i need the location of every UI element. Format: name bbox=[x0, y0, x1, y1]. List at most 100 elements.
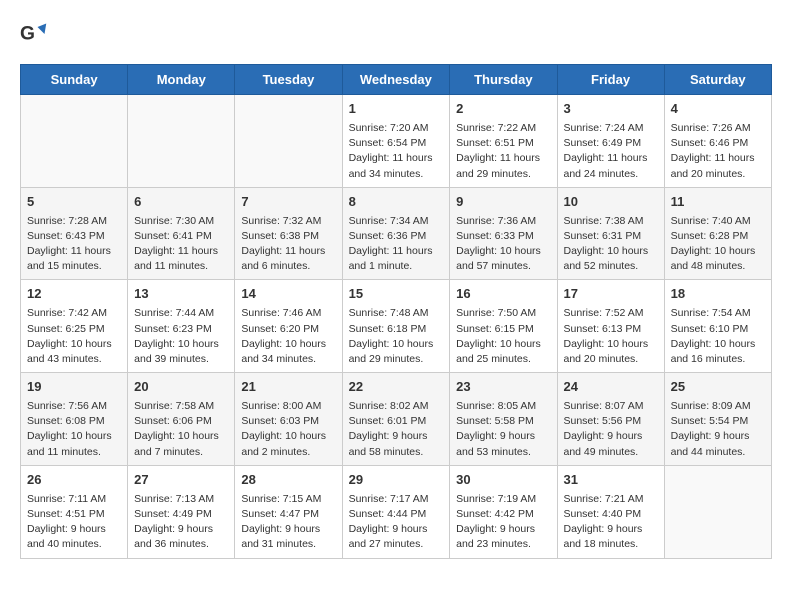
calendar-day-cell: 17 Sunrise: 7:52 AM Sunset: 6:13 PM Dayli… bbox=[557, 280, 664, 373]
day-number: 17 bbox=[564, 285, 658, 304]
day-info: Sunrise: 8:07 AM Sunset: 5:56 PM Dayligh… bbox=[564, 399, 658, 460]
day-info: Sunrise: 7:38 AM Sunset: 6:31 PM Dayligh… bbox=[564, 214, 658, 275]
header-tuesday: Tuesday bbox=[235, 65, 342, 95]
day-number: 23 bbox=[456, 378, 550, 397]
day-number: 12 bbox=[27, 285, 121, 304]
day-info: Sunrise: 7:11 AM Sunset: 4:51 PM Dayligh… bbox=[27, 492, 121, 553]
day-info: Sunrise: 8:02 AM Sunset: 6:01 PM Dayligh… bbox=[349, 399, 444, 460]
calendar-week-row: 12 Sunrise: 7:42 AM Sunset: 6:25 PM Dayli… bbox=[21, 280, 772, 373]
calendar-day-cell: 29 Sunrise: 7:17 AM Sunset: 4:44 PM Dayli… bbox=[342, 465, 450, 558]
header-saturday: Saturday bbox=[664, 65, 771, 95]
day-info: Sunrise: 7:54 AM Sunset: 6:10 PM Dayligh… bbox=[671, 306, 765, 367]
day-number: 6 bbox=[134, 193, 228, 212]
calendar-day-cell: 16 Sunrise: 7:50 AM Sunset: 6:15 PM Dayli… bbox=[450, 280, 557, 373]
day-number: 20 bbox=[134, 378, 228, 397]
day-info: Sunrise: 7:36 AM Sunset: 6:33 PM Dayligh… bbox=[456, 214, 550, 275]
day-info: Sunrise: 8:09 AM Sunset: 5:54 PM Dayligh… bbox=[671, 399, 765, 460]
calendar-day-cell: 21 Sunrise: 8:00 AM Sunset: 6:03 PM Dayli… bbox=[235, 373, 342, 466]
day-info: Sunrise: 7:13 AM Sunset: 4:49 PM Dayligh… bbox=[134, 492, 228, 553]
calendar-day-cell: 25 Sunrise: 8:09 AM Sunset: 5:54 PM Dayli… bbox=[664, 373, 771, 466]
logo: G bbox=[20, 20, 52, 48]
day-number: 1 bbox=[349, 100, 444, 119]
day-number: 4 bbox=[671, 100, 765, 119]
calendar-table: SundayMondayTuesdayWednesdayThursdayFrid… bbox=[20, 64, 772, 559]
calendar-day-cell: 5 Sunrise: 7:28 AM Sunset: 6:43 PM Daylig… bbox=[21, 187, 128, 280]
day-number: 21 bbox=[241, 378, 335, 397]
calendar-day-cell: 2 Sunrise: 7:22 AM Sunset: 6:51 PM Daylig… bbox=[450, 95, 557, 188]
calendar-day-cell: 20 Sunrise: 7:58 AM Sunset: 6:06 PM Dayli… bbox=[128, 373, 235, 466]
day-number: 30 bbox=[456, 471, 550, 490]
day-info: Sunrise: 8:05 AM Sunset: 5:58 PM Dayligh… bbox=[456, 399, 550, 460]
calendar-day-cell: 18 Sunrise: 7:54 AM Sunset: 6:10 PM Dayli… bbox=[664, 280, 771, 373]
svg-text:G: G bbox=[20, 23, 35, 44]
day-info: Sunrise: 7:44 AM Sunset: 6:23 PM Dayligh… bbox=[134, 306, 228, 367]
day-number: 29 bbox=[349, 471, 444, 490]
day-number: 7 bbox=[241, 193, 335, 212]
day-number: 15 bbox=[349, 285, 444, 304]
day-number: 31 bbox=[564, 471, 658, 490]
calendar-header-row: SundayMondayTuesdayWednesdayThursdayFrid… bbox=[21, 65, 772, 95]
calendar-day-cell: 26Sunrise: 7:11 AM Sunset: 4:51 PM Dayli… bbox=[21, 465, 128, 558]
day-number: 2 bbox=[456, 100, 550, 119]
logo-icon: G bbox=[20, 20, 48, 48]
calendar-day-cell: 1Sunrise: 7:20 AM Sunset: 6:54 PM Daylig… bbox=[342, 95, 450, 188]
day-info: Sunrise: 7:19 AM Sunset: 4:42 PM Dayligh… bbox=[456, 492, 550, 553]
page-header: G bbox=[20, 20, 772, 48]
day-number: 22 bbox=[349, 378, 444, 397]
day-number: 3 bbox=[564, 100, 658, 119]
day-info: Sunrise: 7:26 AM Sunset: 6:46 PM Dayligh… bbox=[671, 121, 765, 182]
day-info: Sunrise: 7:21 AM Sunset: 4:40 PM Dayligh… bbox=[564, 492, 658, 553]
calendar-week-row: 19Sunrise: 7:56 AM Sunset: 6:08 PM Dayli… bbox=[21, 373, 772, 466]
calendar-week-row: 1Sunrise: 7:20 AM Sunset: 6:54 PM Daylig… bbox=[21, 95, 772, 188]
day-number: 28 bbox=[241, 471, 335, 490]
header-sunday: Sunday bbox=[21, 65, 128, 95]
day-info: Sunrise: 7:17 AM Sunset: 4:44 PM Dayligh… bbox=[349, 492, 444, 553]
day-number: 10 bbox=[564, 193, 658, 212]
calendar-day-cell: 24 Sunrise: 8:07 AM Sunset: 5:56 PM Dayli… bbox=[557, 373, 664, 466]
day-number: 11 bbox=[671, 193, 765, 212]
calendar-week-row: 5 Sunrise: 7:28 AM Sunset: 6:43 PM Daylig… bbox=[21, 187, 772, 280]
header-friday: Friday bbox=[557, 65, 664, 95]
calendar-day-cell: 11Sunrise: 7:40 AM Sunset: 6:28 PM Dayli… bbox=[664, 187, 771, 280]
calendar-day-cell: 13 Sunrise: 7:44 AM Sunset: 6:23 PM Dayli… bbox=[128, 280, 235, 373]
day-info: Sunrise: 7:28 AM Sunset: 6:43 PM Dayligh… bbox=[27, 214, 121, 275]
day-info: Sunrise: 7:52 AM Sunset: 6:13 PM Dayligh… bbox=[564, 306, 658, 367]
day-number: 27 bbox=[134, 471, 228, 490]
calendar-week-row: 26Sunrise: 7:11 AM Sunset: 4:51 PM Dayli… bbox=[21, 465, 772, 558]
calendar-day-cell: 12 Sunrise: 7:42 AM Sunset: 6:25 PM Dayli… bbox=[21, 280, 128, 373]
calendar-day-cell: 10 Sunrise: 7:38 AM Sunset: 6:31 PM Dayli… bbox=[557, 187, 664, 280]
day-info: Sunrise: 7:46 AM Sunset: 6:20 PM Dayligh… bbox=[241, 306, 335, 367]
calendar-day-cell: 6 Sunrise: 7:30 AM Sunset: 6:41 PM Daylig… bbox=[128, 187, 235, 280]
day-info: Sunrise: 7:32 AM Sunset: 6:38 PM Dayligh… bbox=[241, 214, 335, 275]
day-info: Sunrise: 7:24 AM Sunset: 6:49 PM Dayligh… bbox=[564, 121, 658, 182]
calendar-day-cell: 23 Sunrise: 8:05 AM Sunset: 5:58 PM Dayli… bbox=[450, 373, 557, 466]
header-wednesday: Wednesday bbox=[342, 65, 450, 95]
day-number: 25 bbox=[671, 378, 765, 397]
day-info: Sunrise: 7:58 AM Sunset: 6:06 PM Dayligh… bbox=[134, 399, 228, 460]
day-number: 18 bbox=[671, 285, 765, 304]
calendar-day-cell: 28 Sunrise: 7:15 AM Sunset: 4:47 PM Dayli… bbox=[235, 465, 342, 558]
calendar-day-cell: 7 Sunrise: 7:32 AM Sunset: 6:38 PM Daylig… bbox=[235, 187, 342, 280]
day-number: 13 bbox=[134, 285, 228, 304]
day-number: 24 bbox=[564, 378, 658, 397]
calendar-day-cell: 14Sunrise: 7:46 AM Sunset: 6:20 PM Dayli… bbox=[235, 280, 342, 373]
day-info: Sunrise: 7:42 AM Sunset: 6:25 PM Dayligh… bbox=[27, 306, 121, 367]
day-info: Sunrise: 7:50 AM Sunset: 6:15 PM Dayligh… bbox=[456, 306, 550, 367]
day-number: 16 bbox=[456, 285, 550, 304]
calendar-day-cell: 8Sunrise: 7:34 AM Sunset: 6:36 PM Daylig… bbox=[342, 187, 450, 280]
day-number: 9 bbox=[456, 193, 550, 212]
calendar-empty-cell bbox=[235, 95, 342, 188]
day-info: Sunrise: 7:48 AM Sunset: 6:18 PM Dayligh… bbox=[349, 306, 444, 367]
calendar-empty-cell bbox=[21, 95, 128, 188]
header-thursday: Thursday bbox=[450, 65, 557, 95]
day-info: Sunrise: 7:15 AM Sunset: 4:47 PM Dayligh… bbox=[241, 492, 335, 553]
calendar-empty-cell bbox=[664, 465, 771, 558]
day-info: Sunrise: 7:30 AM Sunset: 6:41 PM Dayligh… bbox=[134, 214, 228, 275]
day-number: 8 bbox=[349, 193, 444, 212]
day-info: Sunrise: 7:22 AM Sunset: 6:51 PM Dayligh… bbox=[456, 121, 550, 182]
day-number: 5 bbox=[27, 193, 121, 212]
day-number: 19 bbox=[27, 378, 121, 397]
day-info: Sunrise: 8:00 AM Sunset: 6:03 PM Dayligh… bbox=[241, 399, 335, 460]
header-monday: Monday bbox=[128, 65, 235, 95]
calendar-day-cell: 30 Sunrise: 7:19 AM Sunset: 4:42 PM Dayli… bbox=[450, 465, 557, 558]
